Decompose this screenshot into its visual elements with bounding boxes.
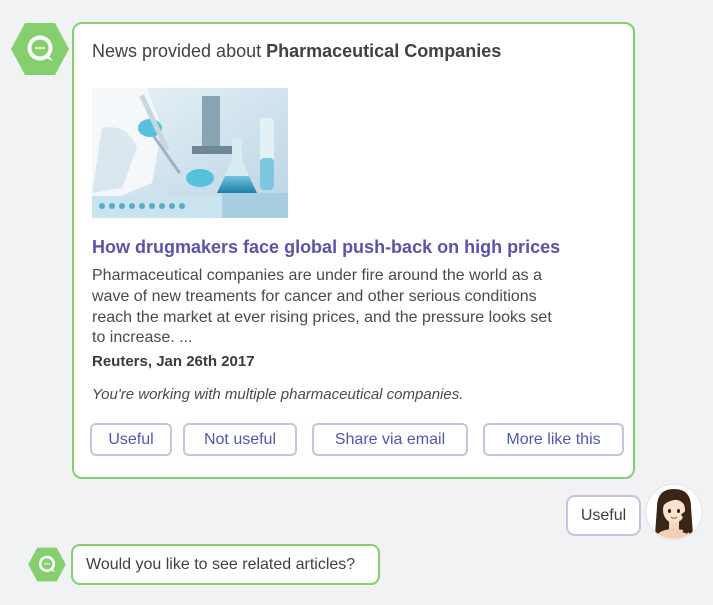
- bot-avatar-icon: [10, 22, 70, 76]
- news-card: News provided about Pharmaceutical Compa…: [72, 22, 635, 479]
- card-header: News provided about Pharmaceutical Compa…: [92, 41, 501, 62]
- card-header-topic: Pharmaceutical Companies: [266, 41, 502, 61]
- bot-avatar-small-icon: [27, 547, 67, 582]
- news-image[interactable]: [92, 88, 288, 218]
- more-like-this-button[interactable]: More like this: [483, 423, 624, 456]
- news-summary: Pharmaceutical companies are under fire …: [92, 267, 552, 347]
- not-useful-button[interactable]: Not useful: [183, 423, 297, 456]
- share-via-email-button[interactable]: Share via email: [312, 423, 468, 456]
- news-context-note: You're working with multiple pharmaceuti…: [92, 386, 464, 403]
- user-avatar-icon: [645, 483, 703, 541]
- chat-window: News provided about Pharmaceutical Compa…: [0, 0, 713, 605]
- user-reply-bubble: Useful: [566, 495, 641, 536]
- card-header-prefix: News provided about: [92, 41, 262, 61]
- news-headline-link[interactable]: How drugmakers face global push-back on …: [92, 237, 560, 258]
- news-source: Reuters, Jan 26th 2017: [92, 353, 255, 370]
- useful-button[interactable]: Useful: [90, 423, 172, 456]
- bot-followup-bubble: Would you like to see related articles?: [71, 544, 380, 585]
